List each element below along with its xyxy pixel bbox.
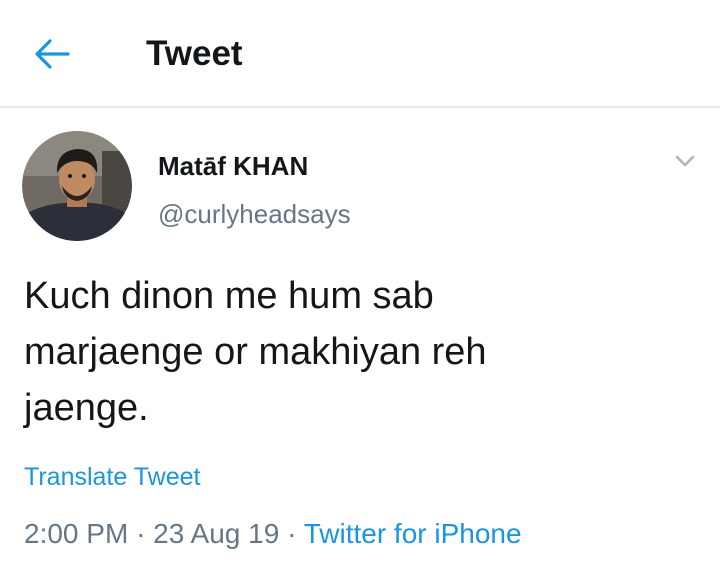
tweet-date: 23 Aug 19 — [153, 518, 280, 549]
top-bar: Tweet — [0, 0, 720, 108]
profile-photo — [22, 131, 132, 241]
tweet-menu-button[interactable] — [668, 146, 702, 176]
tweet-source-link[interactable]: Twitter for iPhone — [304, 518, 522, 549]
chevron-down-icon — [675, 155, 695, 167]
meta-separator: · — [287, 518, 297, 549]
page-title: Tweet — [146, 34, 243, 73]
back-button[interactable] — [30, 34, 74, 74]
meta-separator: · — [136, 518, 146, 549]
tweet-time: 2:00 PM — [24, 518, 129, 549]
author-name[interactable]: Matāf KHAN — [158, 150, 308, 182]
tweet-meta: 2:00 PM · 23 Aug 19 · Twitter for iPhone — [24, 516, 522, 552]
translate-tweet-link[interactable]: Translate Tweet — [24, 461, 200, 493]
tweet-text: Kuch dinon me hum sab marjaenge or makhi… — [24, 275, 487, 429]
avatar[interactable] — [22, 131, 132, 241]
arrow-left-icon — [35, 39, 70, 69]
author-handle[interactable]: @curlyheadsays — [158, 198, 351, 230]
